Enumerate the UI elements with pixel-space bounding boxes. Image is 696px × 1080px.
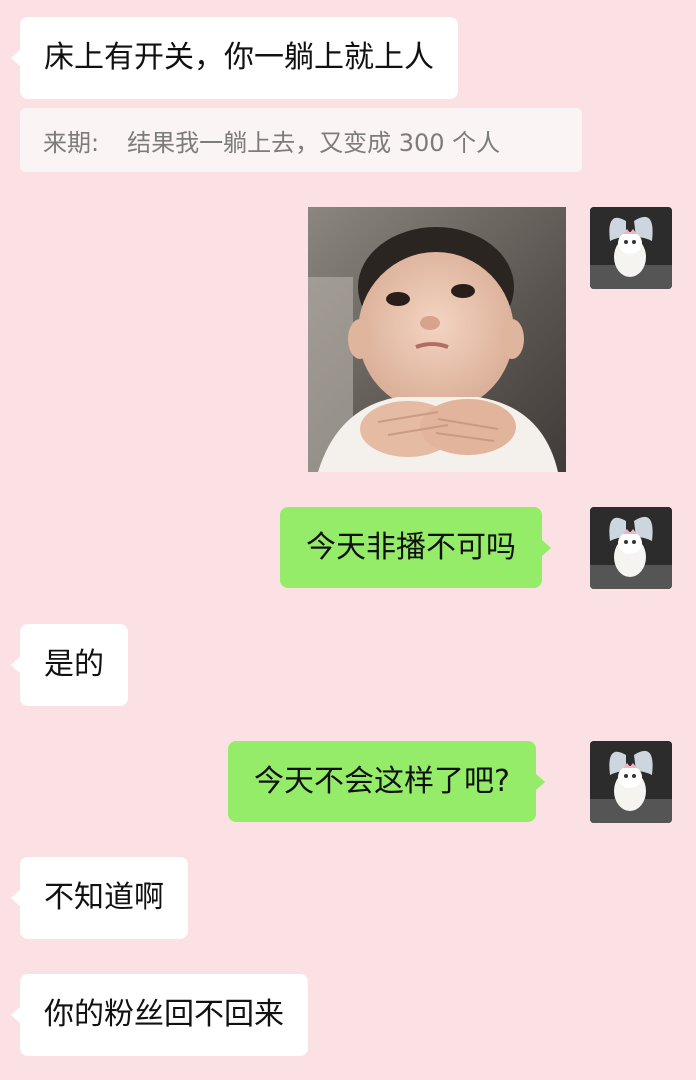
baby-sticker-image[interactable] (308, 207, 566, 472)
message-text: 床上有开关，你一躺上就上人 (44, 40, 434, 75)
message-text: 是的 (44, 647, 104, 682)
message-text: 今天不会这样了吧? (254, 763, 510, 799)
outgoing-message-bubble[interactable]: 今天不会这样了吧? (228, 741, 545, 822)
quote-sender: 来期: (43, 128, 100, 157)
message-text: 今天非播不可吗 (306, 529, 516, 565)
quoted-message[interactable]: 来期: 结果我一躺上去，又变成 300 个人 (20, 108, 582, 172)
white-cat-butterfly-avatar[interactable] (590, 741, 672, 823)
quote-text: 结果我一躺上去，又变成 300 个人 (127, 128, 501, 157)
incoming-message-bubble[interactable]: 床上有开关，你一躺上就上人 (11, 17, 458, 99)
message-text: 不知道啊 (44, 880, 164, 915)
outgoing-message-bubble[interactable]: 今天非播不可吗 (280, 507, 551, 588)
incoming-message-bubble[interactable]: 不知道啊 (11, 857, 188, 939)
message-text: 你的粉丝回不回来 (44, 997, 284, 1032)
white-cat-butterfly-avatar[interactable] (590, 507, 672, 589)
chat-window: 床上有开关，你一躺上就上人 来期: 结果我一躺上去，又变成 300 个人 今天非… (0, 0, 696, 1080)
incoming-message-bubble[interactable]: 你的粉丝回不回来 (11, 974, 308, 1056)
incoming-message-bubble[interactable]: 是的 (11, 624, 128, 706)
white-cat-butterfly-avatar[interactable] (590, 207, 672, 289)
